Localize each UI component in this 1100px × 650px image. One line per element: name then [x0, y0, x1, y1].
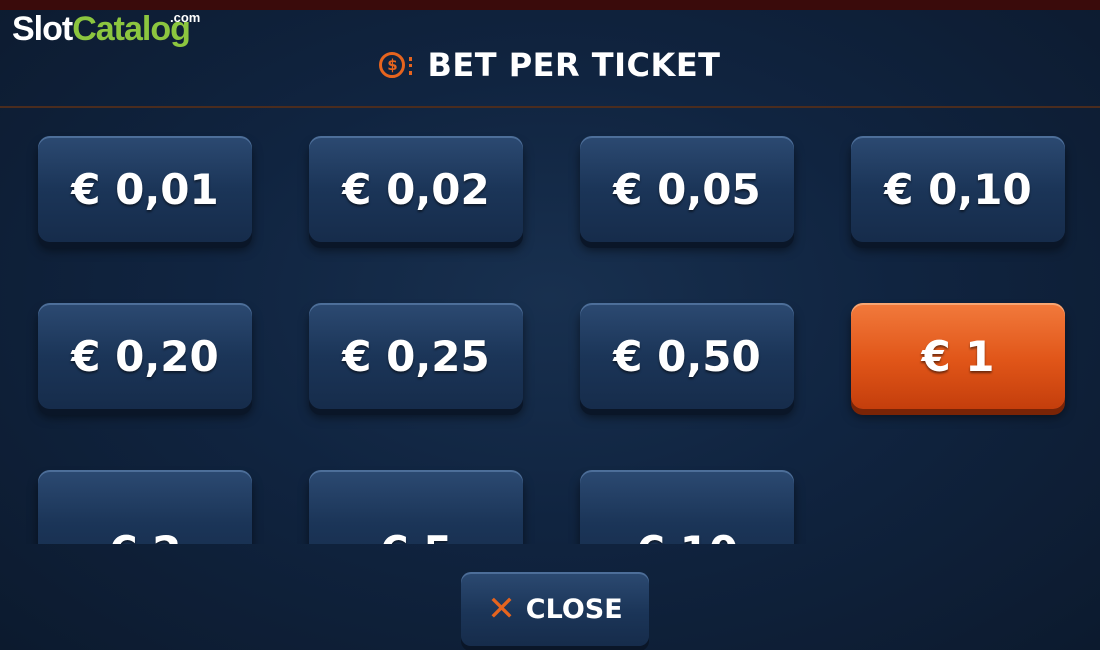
bet-option-10[interactable]: € 10	[580, 470, 794, 544]
bet-options-scroll-area[interactable]: € 2 € 5 € 10	[0, 460, 1100, 544]
bet-option-0-25[interactable]: € 0,25	[309, 303, 523, 409]
coin-icon: $	[379, 52, 413, 78]
bet-per-ticket-header: $ BET PER TICKET	[0, 30, 1100, 100]
bet-option-0-50[interactable]: € 0,50	[580, 303, 794, 409]
close-button[interactable]: ✕ CLOSE	[461, 572, 649, 646]
bet-option-0-10[interactable]: € 0,10	[851, 136, 1065, 242]
bet-option-0-05[interactable]: € 0,05	[580, 136, 794, 242]
bet-option-0-02[interactable]: € 0,02	[309, 136, 523, 242]
header-divider	[0, 106, 1100, 108]
bet-option-0-01[interactable]: € 0,01	[38, 136, 252, 242]
bet-option-0-20[interactable]: € 0,20	[38, 303, 252, 409]
page-title: BET PER TICKET	[427, 46, 721, 84]
bet-option-5[interactable]: € 5	[309, 470, 523, 544]
top-strip	[0, 0, 1100, 10]
bet-option-2[interactable]: € 2	[38, 470, 252, 544]
close-icon: ✕	[487, 589, 516, 629]
bet-option-1-selected[interactable]: € 1	[851, 303, 1065, 409]
